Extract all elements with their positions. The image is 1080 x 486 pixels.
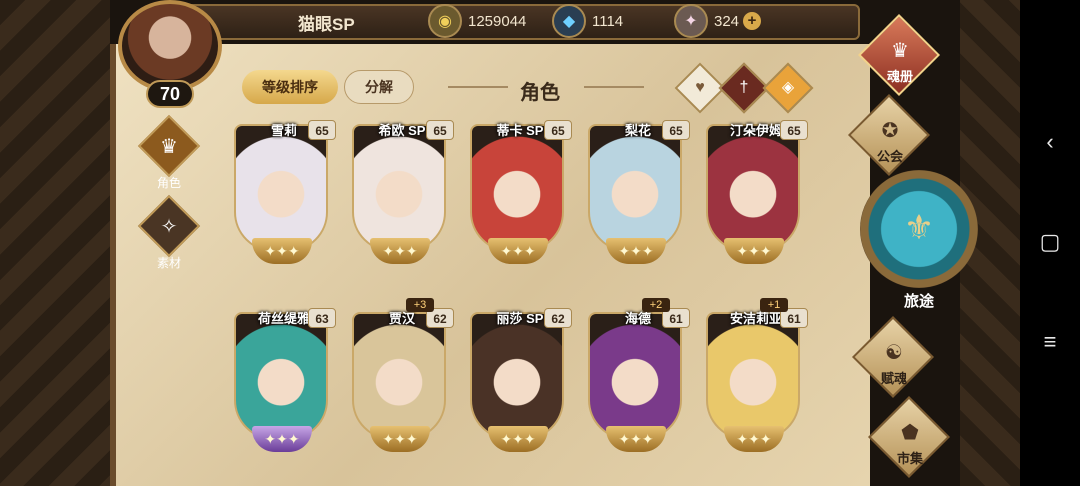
decompose-button[interactable]: 分解 bbox=[344, 70, 414, 104]
upgrade-bonus-badge: +2 bbox=[642, 298, 670, 312]
nav-guild[interactable]: ✪ 公会 bbox=[842, 93, 938, 177]
character-portrait bbox=[706, 124, 800, 252]
character-portrait bbox=[588, 124, 682, 252]
nav-label: 公会 bbox=[876, 149, 903, 164]
nav-label: 市集 bbox=[896, 451, 923, 466]
gold-coin-icon: ◉ bbox=[428, 4, 462, 38]
rarity-crest-icon: ✦✦✦ bbox=[252, 238, 312, 264]
journey-button[interactable]: ⚜ 旅途 bbox=[856, 170, 986, 310]
blue-crystal-icon: ◆ bbox=[552, 4, 586, 38]
menu-icon[interactable]: ≡ bbox=[1020, 322, 1080, 362]
upgrade-bonus-badge: +1 bbox=[760, 298, 788, 312]
currency-gem[interactable]: ✦ 324 + bbox=[674, 4, 762, 38]
sword-icon: † bbox=[739, 79, 749, 96]
crystal-amount: 1114 bbox=[592, 12, 624, 30]
shield-icon: ◈ bbox=[781, 79, 795, 96]
player-level-badge: 70 bbox=[146, 80, 194, 108]
character-level-badge: 65 bbox=[780, 120, 808, 140]
character-card[interactable]: 荷丝缇雅 63 ✦✦✦ bbox=[228, 306, 340, 456]
journey-emblem-icon: ⚜ bbox=[903, 209, 935, 247]
character-portrait bbox=[588, 312, 682, 440]
nav-market[interactable]: ⬟ 市集 bbox=[862, 395, 958, 479]
title-flourish-left bbox=[448, 86, 508, 88]
pink-gem-icon: ✦ bbox=[674, 4, 708, 38]
rarity-crest-icon: ✦✦✦ bbox=[252, 426, 312, 452]
rarity-crest-icon: ✦✦✦ bbox=[724, 238, 784, 264]
player-name: 猫眼SP bbox=[298, 15, 355, 34]
character-level-badge: 65 bbox=[662, 120, 690, 140]
rarity-crest-icon: ✦✦✦ bbox=[606, 426, 666, 452]
android-nav-bar: ‹ ▢ ≡ bbox=[1020, 0, 1080, 486]
player-avatar[interactable] bbox=[118, 0, 222, 92]
character-portrait bbox=[352, 312, 446, 440]
title-flourish-right bbox=[584, 86, 644, 88]
soul-book-icon: ♛ bbox=[891, 40, 909, 62]
rarity-crest-icon: ✦✦✦ bbox=[606, 238, 666, 264]
sort-by-level-button[interactable]: 等级排序 bbox=[242, 70, 338, 104]
currency-crystal[interactable]: ◆ 1114 bbox=[552, 4, 623, 38]
side-tab-materials[interactable]: ✧ 素材 bbox=[137, 194, 201, 274]
character-portrait bbox=[352, 124, 446, 252]
rarity-crest-icon: ✦✦✦ bbox=[370, 426, 430, 452]
market-icon: ⬟ bbox=[901, 422, 919, 444]
character-card[interactable]: 梨花 65 ✦✦✦ bbox=[582, 118, 694, 268]
character-card[interactable]: 海德 61 +2 ✦✦✦ bbox=[582, 298, 694, 456]
left-wood-border bbox=[0, 0, 110, 486]
journey-label: 旅途 bbox=[903, 293, 934, 310]
nav-label: 魂册 bbox=[886, 69, 913, 84]
nav-soul-book[interactable]: ♛ 魂册 bbox=[852, 13, 948, 97]
guild-icon: ✪ bbox=[881, 120, 899, 142]
add-gem-button[interactable]: + bbox=[743, 12, 762, 30]
character-level-badge: 65 bbox=[544, 120, 572, 140]
character-crest-icon: ♛ bbox=[160, 136, 178, 158]
nav-soul-infuse[interactable]: ☯ 赋魂 bbox=[846, 315, 942, 399]
materials-icon: ✧ bbox=[160, 216, 178, 238]
character-portrait bbox=[234, 124, 328, 252]
home-icon[interactable]: ▢ bbox=[1020, 222, 1080, 262]
currency-gold[interactable]: ◉ 1259044 bbox=[428, 4, 526, 38]
character-level-badge: 63 bbox=[308, 308, 336, 328]
rarity-crest-icon: ✦✦✦ bbox=[488, 426, 548, 452]
character-card[interactable]: 丽莎 SP 62 ✦✦✦ bbox=[464, 306, 576, 456]
character-level-badge: 65 bbox=[308, 120, 336, 140]
character-card[interactable]: 贾汉 62 +3 ✦✦✦ bbox=[346, 298, 458, 456]
rarity-crest-icon: ✦✦✦ bbox=[488, 238, 548, 264]
character-portrait bbox=[706, 312, 800, 440]
character-portrait bbox=[234, 312, 328, 440]
heart-icon: ♥ bbox=[695, 79, 705, 96]
gem-amount: 324 bbox=[714, 12, 740, 30]
character-card[interactable]: 汀朵伊姆 65 ✦✦✦ bbox=[700, 118, 812, 268]
rarity-crest-icon: ✦✦✦ bbox=[370, 238, 430, 264]
upgrade-bonus-badge: +3 bbox=[406, 298, 434, 312]
character-card[interactable]: 雪莉 65 ✦✦✦ bbox=[228, 118, 340, 268]
side-tab-characters[interactable]: ♛ 角色 bbox=[137, 114, 201, 194]
character-portrait bbox=[470, 312, 564, 440]
character-portrait bbox=[470, 124, 564, 252]
character-card[interactable]: 安洁莉亚 61 +1 ✦✦✦ bbox=[700, 298, 812, 456]
character-level-badge: 62 bbox=[544, 308, 572, 328]
character-card[interactable]: 希欧 SP 65 ✦✦✦ bbox=[346, 118, 458, 268]
soul-infuse-icon: ☯ bbox=[885, 342, 903, 364]
page-title: 角色 bbox=[520, 82, 560, 104]
nav-label: 赋魂 bbox=[880, 371, 907, 386]
gold-amount: 1259044 bbox=[468, 12, 527, 30]
character-card[interactable]: 蒂卡 SP 65 ✦✦✦ bbox=[464, 118, 576, 268]
character-level-badge: 65 bbox=[426, 120, 454, 140]
rarity-crest-icon: ✦✦✦ bbox=[724, 426, 784, 452]
back-icon[interactable]: ‹ bbox=[1020, 122, 1080, 162]
